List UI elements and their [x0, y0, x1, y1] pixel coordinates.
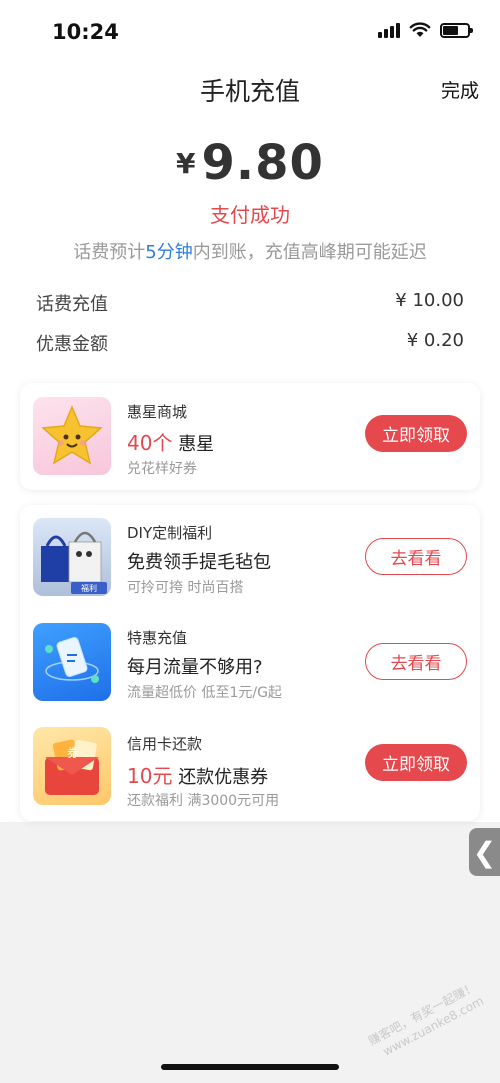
detail-label: 优惠金额 [36, 334, 108, 355]
promo-item[interactable]: 惠星商城 40个 惠星 兑花样好券 立即领取 [20, 386, 480, 486]
promo-card-list: 福利 DIY定制福利 免费领手提毛毡包 可拎可挎 时尚百搭 去看看 特惠充值 每… [20, 505, 480, 821]
star-icon [33, 397, 111, 475]
promo-title: 每月流量不够用? [127, 657, 263, 678]
promo-highlight: 40个 [127, 431, 173, 455]
promo-title-text: 还款优惠券 [178, 767, 269, 788]
watermark: 赚客吧，有奖一起赚！ www.zuanke8.com [365, 979, 486, 1064]
promo-item[interactable]: 特惠充值 每月流量不够用? 流量超低价 低至1元/G起 去看看 [20, 610, 480, 710]
promo-category: 惠星商城 [127, 403, 188, 421]
side-expand-tab[interactable]: ❮ [469, 828, 500, 876]
done-button[interactable]: 完成 [441, 76, 479, 103]
detail-row-discount: 优惠金额 ¥ 0.20 [36, 330, 464, 356]
coupon-char: 券 [67, 745, 79, 760]
promo-category: 信用卡还款 [127, 735, 203, 753]
promo-title-text: 惠星 [178, 434, 215, 455]
wifi-icon [409, 22, 431, 37]
page-title: 手机充值 [199, 77, 300, 106]
promo-category: 特惠充值 [127, 629, 188, 647]
detail-row-topup: 话费充值 ¥ 10.00 [36, 290, 464, 316]
status-time: 10:24 [52, 20, 119, 44]
battery-icon [440, 22, 473, 38]
view-button[interactable]: 去看看 [365, 643, 467, 680]
note-highlight: 5分钟 [145, 242, 193, 263]
payment-status: 支付成功 [210, 203, 290, 227]
detail-label: 话费充值 [36, 294, 108, 315]
promo-item[interactable]: 福利 DIY定制福利 免费领手提毛毡包 可拎可挎 时尚百搭 去看看 [20, 507, 480, 607]
promo-highlight: 10元 [127, 764, 173, 788]
detail-value: ¥ 10.00 [395, 290, 464, 311]
promo-category: DIY定制福利 [127, 524, 213, 542]
promo-subtitle: 流量超低价 低至1元/G起 [127, 685, 282, 701]
note-prefix: 话费预计 [73, 242, 146, 263]
cellular-signal-icon [378, 22, 400, 38]
view-button[interactable]: 去看看 [365, 538, 467, 575]
data-plan-icon [33, 623, 111, 701]
promo-title: 10元 还款优惠券 [127, 760, 268, 789]
note-suffix: 内到账，充值高峰期可能延迟 [192, 242, 427, 263]
claim-button[interactable]: 立即领取 [365, 415, 467, 452]
detail-value: ¥ 0.20 [406, 330, 464, 351]
promo-title: 免费领手提毛毡包 [127, 552, 271, 573]
currency-symbol: ¥ [176, 147, 196, 180]
amount-value: 9.80 [201, 135, 324, 191]
red-envelope-icon: 券 [33, 727, 111, 805]
claim-button[interactable]: 立即领取 [365, 744, 467, 781]
promo-subtitle: 还款福利 满3000元可用 [127, 793, 280, 809]
tote-badge-text: 福利 [81, 583, 97, 593]
status-icons [378, 22, 473, 38]
promo-subtitle: 兑花样好券 [127, 461, 197, 477]
promo-title: 40个 惠星 [127, 427, 214, 456]
home-indicator [161, 1064, 339, 1070]
payment-amount: ¥9.80 [0, 135, 500, 191]
arrival-note: 话费预计5分钟内到账，充值高峰期可能延迟 [0, 238, 500, 264]
promo-item[interactable]: 券 信用卡还款 10元 还款优惠券 还款福利 满3000元可用 立即领取 [20, 713, 480, 813]
status-bar: 10:24 [0, 0, 500, 66]
promo-card-stars: 惠星商城 40个 惠星 兑花样好券 立即领取 [20, 383, 480, 490]
promo-subtitle: 可拎可挎 时尚百搭 [127, 580, 244, 596]
tote-bag-icon: 福利 [33, 518, 111, 596]
